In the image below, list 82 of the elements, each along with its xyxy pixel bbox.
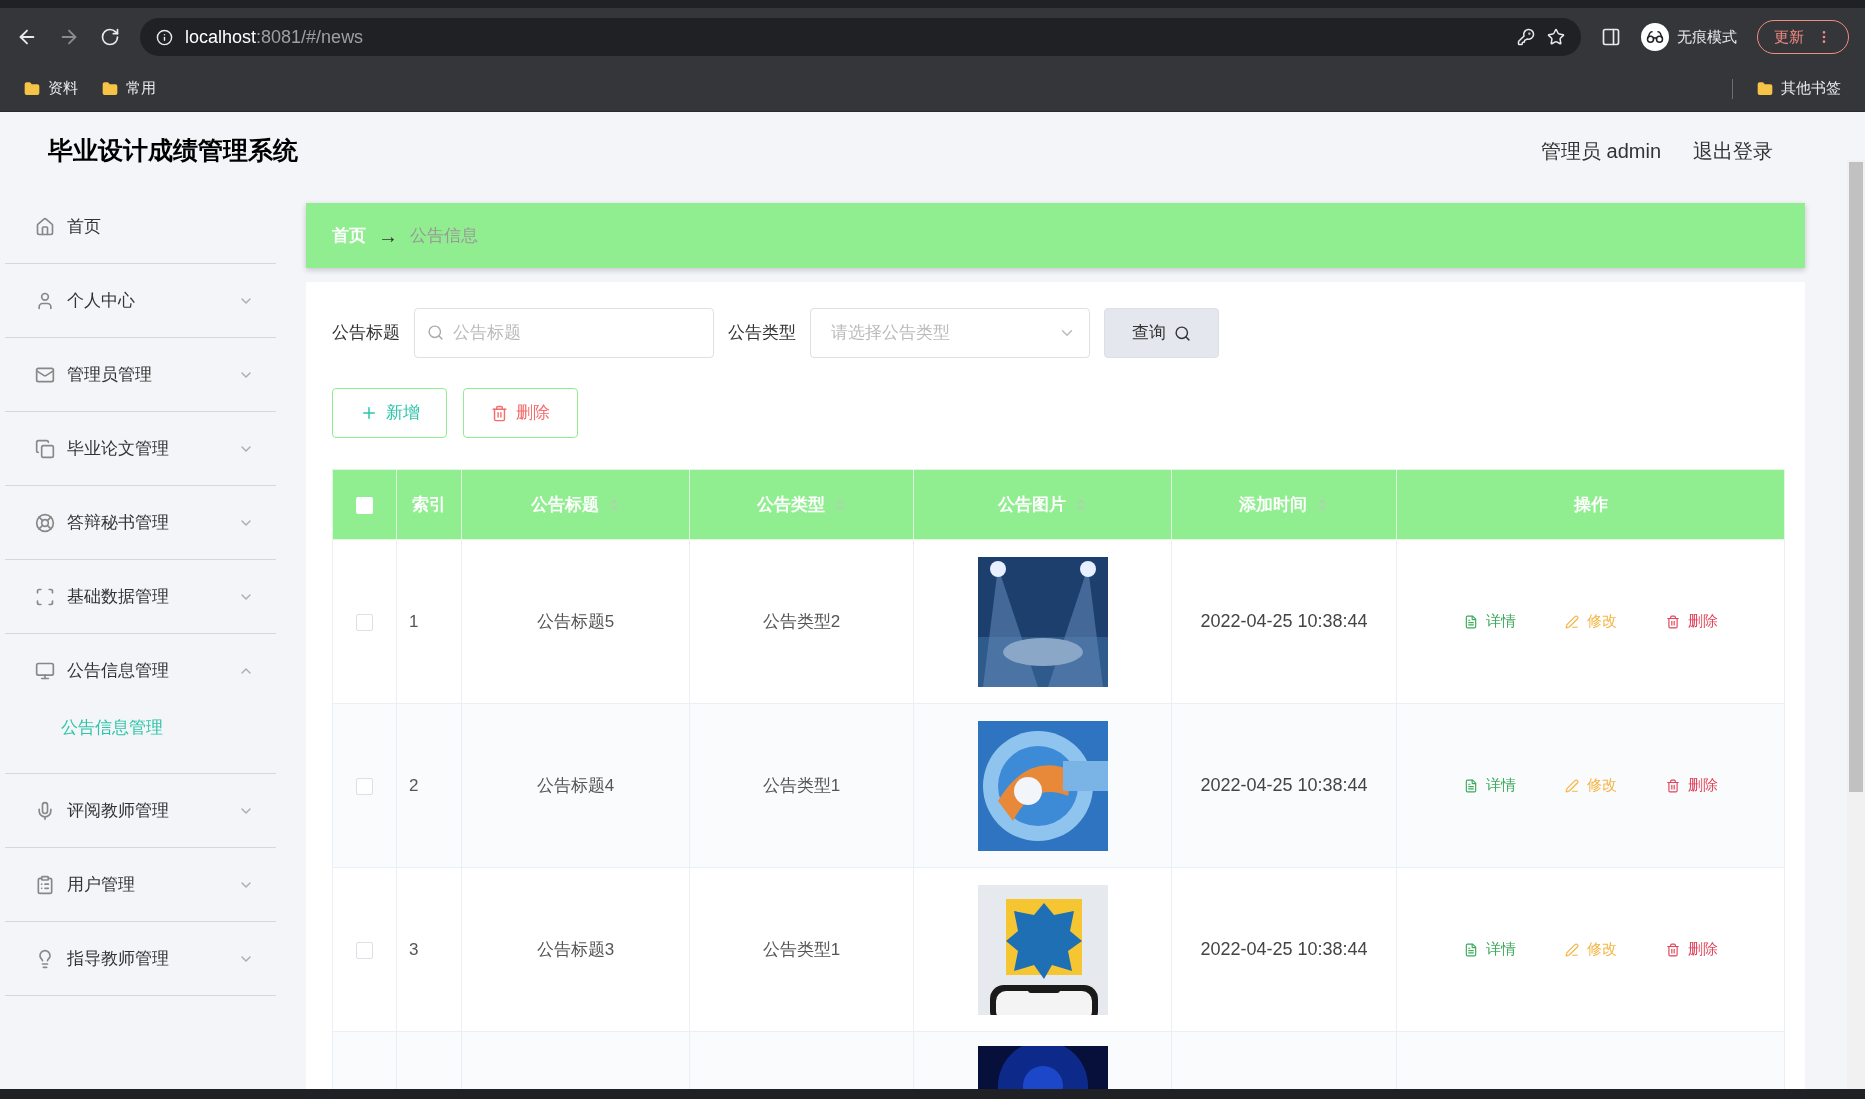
pencil-icon bbox=[1564, 614, 1579, 629]
copy-icon bbox=[35, 438, 55, 459]
side-panel-icon[interactable] bbox=[1601, 27, 1621, 47]
title-search-field[interactable]: 公告标题 bbox=[414, 308, 714, 358]
folder-icon bbox=[24, 80, 40, 97]
star-icon[interactable] bbox=[1547, 28, 1565, 46]
profile-label[interactable]: 无痕模式 bbox=[1677, 25, 1737, 49]
index-cell: 2 bbox=[409, 775, 419, 795]
table-cell: 2022-04-25 10:38:44 bbox=[1200, 775, 1368, 795]
microphone-icon bbox=[35, 800, 55, 821]
field-label: 公告标题 bbox=[332, 322, 400, 345]
row-delete-button[interactable]: 删除 bbox=[1646, 762, 1737, 809]
pencil-icon bbox=[1564, 778, 1579, 793]
reload-icon[interactable] bbox=[100, 27, 120, 47]
bookmark-item[interactable]: 其他书签 bbox=[1757, 77, 1841, 100]
row-checkbox[interactable] bbox=[356, 613, 373, 631]
bookmark-item[interactable]: 资料 bbox=[24, 77, 78, 100]
scrollbar[interactable] bbox=[1847, 160, 1865, 1089]
app-title: 毕业设计成绩管理系统 bbox=[48, 135, 298, 167]
index-cell: 1 bbox=[409, 611, 419, 631]
table-cell: 公告标题3 bbox=[536, 939, 615, 959]
sidebar-item[interactable]: 答辩秘书管理 bbox=[5, 486, 276, 559]
monitor-icon bbox=[35, 660, 55, 681]
type-select[interactable]: 请选择公告类型 bbox=[810, 308, 1090, 358]
user-label: 管理员 admin bbox=[1540, 139, 1661, 164]
row-delete-button[interactable]: 删除 bbox=[1646, 598, 1737, 645]
folder-icon bbox=[102, 80, 118, 97]
table-cell: 公告类型2 bbox=[762, 611, 841, 631]
sidebar-item[interactable]: 管理员管理 bbox=[5, 338, 276, 411]
document-icon bbox=[1463, 942, 1478, 957]
key-icon[interactable] bbox=[1517, 28, 1535, 46]
document-icon bbox=[1463, 614, 1478, 629]
sort-icon bbox=[1315, 498, 1329, 513]
table-cell: 2022-04-25 10:38:44 bbox=[1200, 939, 1368, 959]
incognito-icon bbox=[1641, 23, 1669, 51]
search-icon bbox=[1174, 324, 1191, 342]
sidebar-item[interactable]: 评阅教师管理 bbox=[5, 774, 276, 847]
document-icon bbox=[1463, 778, 1478, 793]
logout-link[interactable]: 退出登录 bbox=[1693, 136, 1773, 166]
info-icon[interactable] bbox=[156, 28, 173, 46]
sidebar-item[interactable]: 个人中心 bbox=[5, 264, 276, 337]
trash-icon bbox=[1665, 614, 1680, 629]
row-delete-button[interactable]: 删除 bbox=[1646, 926, 1737, 973]
sidebar-item[interactable]: 毕业论文管理 bbox=[5, 412, 276, 485]
row-checkbox[interactable] bbox=[356, 777, 373, 795]
url-text: localhost:8081/#/news bbox=[185, 25, 364, 49]
breadcrumb-current: 公告信息 bbox=[410, 224, 478, 247]
column-header: 操作 bbox=[1396, 469, 1785, 540]
user-icon bbox=[35, 290, 55, 311]
trash-icon bbox=[491, 404, 508, 422]
detail-button[interactable]: 详情 bbox=[1444, 598, 1535, 645]
detail-button[interactable]: 详情 bbox=[1444, 762, 1535, 809]
table-cell: 公告类型1 bbox=[762, 775, 841, 795]
field-label: 公告类型 bbox=[728, 322, 796, 345]
table-cell: 公告标题4 bbox=[536, 775, 615, 795]
address-bar[interactable]: localhost:8081/#/news bbox=[140, 18, 1581, 56]
delete-button[interactable]: 删除 bbox=[463, 388, 578, 438]
clipboard-icon bbox=[35, 874, 55, 895]
folder-icon bbox=[1757, 80, 1773, 97]
table-cell: 公告类型1 bbox=[762, 939, 841, 959]
sidebar-item[interactable]: 用户管理 bbox=[5, 848, 276, 921]
bookmark-item[interactable]: 常用 bbox=[102, 77, 156, 100]
sidebar-item[interactable]: 首页 bbox=[5, 190, 276, 263]
pencil-icon bbox=[1564, 942, 1579, 957]
home-icon bbox=[35, 216, 55, 237]
trash-icon bbox=[1665, 778, 1680, 793]
breadcrumb-separator: → bbox=[378, 223, 398, 249]
sidebar-item[interactable]: 公告信息管理 bbox=[5, 634, 276, 707]
index-cell: 3 bbox=[409, 939, 419, 959]
column-header: 索引 bbox=[396, 469, 462, 540]
search-icon bbox=[427, 324, 444, 341]
query-button[interactable]: 查询 bbox=[1104, 308, 1219, 358]
sidebar-item[interactable]: 基础数据管理 bbox=[5, 560, 276, 633]
sidebar-item[interactable]: 指导教师管理 bbox=[5, 922, 276, 995]
row-checkbox[interactable] bbox=[356, 941, 373, 959]
table-cell: 2022-04-25 10:38:44 bbox=[1200, 611, 1368, 631]
detail-button[interactable]: 详情 bbox=[1444, 926, 1535, 973]
select-all-checkbox[interactable] bbox=[356, 496, 373, 514]
frame-icon bbox=[35, 586, 55, 607]
table-cell: 公告标题5 bbox=[536, 611, 615, 631]
lifebuoy-icon bbox=[35, 512, 55, 533]
trash-icon bbox=[1665, 942, 1680, 957]
